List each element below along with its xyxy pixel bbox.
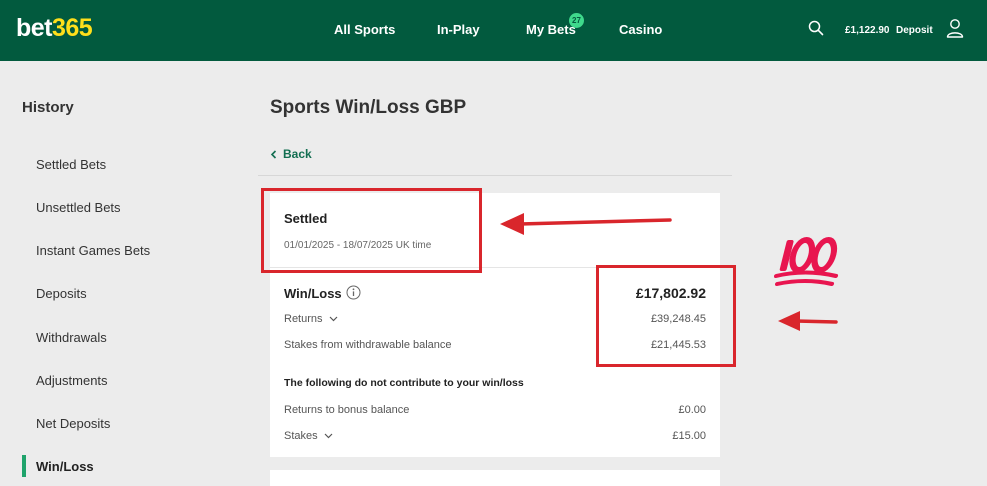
sidebar-item-settled-bets[interactable]: Settled Bets: [36, 157, 106, 172]
stakes-value: £15.00: [672, 430, 706, 442]
stakes-label: Stakes: [284, 430, 318, 442]
top-header: bet365 All Sports In-Play My Bets 27 Cas…: [0, 0, 987, 61]
chevron-down-icon: [329, 316, 338, 322]
page-title: Sports Win/Loss GBP: [270, 97, 467, 118]
stakes-toggle[interactable]: Stakes: [284, 430, 333, 442]
chevron-left-icon: [270, 150, 277, 159]
nav-in-play[interactable]: In-Play: [437, 22, 480, 37]
sidebar-item-withdrawals[interactable]: Withdrawals: [36, 330, 107, 345]
nav-all-sports[interactable]: All Sports: [334, 22, 395, 37]
returns-toggle[interactable]: Returns: [284, 313, 338, 325]
non-contributing-note: The following do not contribute to your …: [284, 377, 524, 389]
my-bets-count-badge: 27: [569, 13, 584, 28]
info-icon[interactable]: [346, 285, 361, 300]
user-icon[interactable]: [946, 18, 964, 38]
sidebar-item-win-loss[interactable]: Win/Loss: [36, 459, 94, 474]
sidebar-title: History: [22, 99, 74, 116]
search-icon[interactable]: [808, 20, 824, 36]
nav-casino[interactable]: Casino: [619, 22, 662, 37]
deposit-button[interactable]: Deposit: [896, 25, 933, 36]
chevron-down-icon: [324, 433, 333, 439]
sidebar-item-instant-games-bets[interactable]: Instant Games Bets: [36, 243, 150, 258]
annotation-box-settled: [261, 188, 482, 273]
back-label: Back: [283, 147, 312, 161]
logo-text-bet: bet: [16, 14, 53, 42]
bonus-returns-value: £0.00: [678, 404, 706, 416]
sidebar-item-net-deposits[interactable]: Net Deposits: [36, 416, 110, 431]
logo-text-365: 365: [52, 14, 93, 42]
sidebar-item-unsettled-bets[interactable]: Unsettled Bets: [36, 200, 121, 215]
stakes-withdrawable-label: Stakes from withdrawable balance: [284, 339, 452, 351]
hundred-points-emoji: [773, 237, 839, 286]
bet365-logo[interactable]: bet365: [16, 14, 93, 43]
annotation-box-amounts: [596, 265, 736, 367]
account-balance[interactable]: £1,122.90: [845, 25, 890, 36]
sidebar-item-adjustments[interactable]: Adjustments: [36, 373, 108, 388]
sidebar-active-indicator: [22, 455, 26, 477]
next-card: [270, 470, 720, 486]
section-divider: [258, 175, 732, 176]
back-link[interactable]: Back: [270, 147, 312, 161]
sidebar-item-deposits[interactable]: Deposits: [36, 286, 87, 301]
win-loss-label: Win/Loss: [284, 286, 342, 301]
bonus-returns-label: Returns to bonus balance: [284, 404, 410, 416]
nav-my-bets[interactable]: My Bets: [526, 22, 576, 37]
annotation-arrow-left-2: [778, 311, 838, 331]
returns-label: Returns: [284, 313, 323, 325]
